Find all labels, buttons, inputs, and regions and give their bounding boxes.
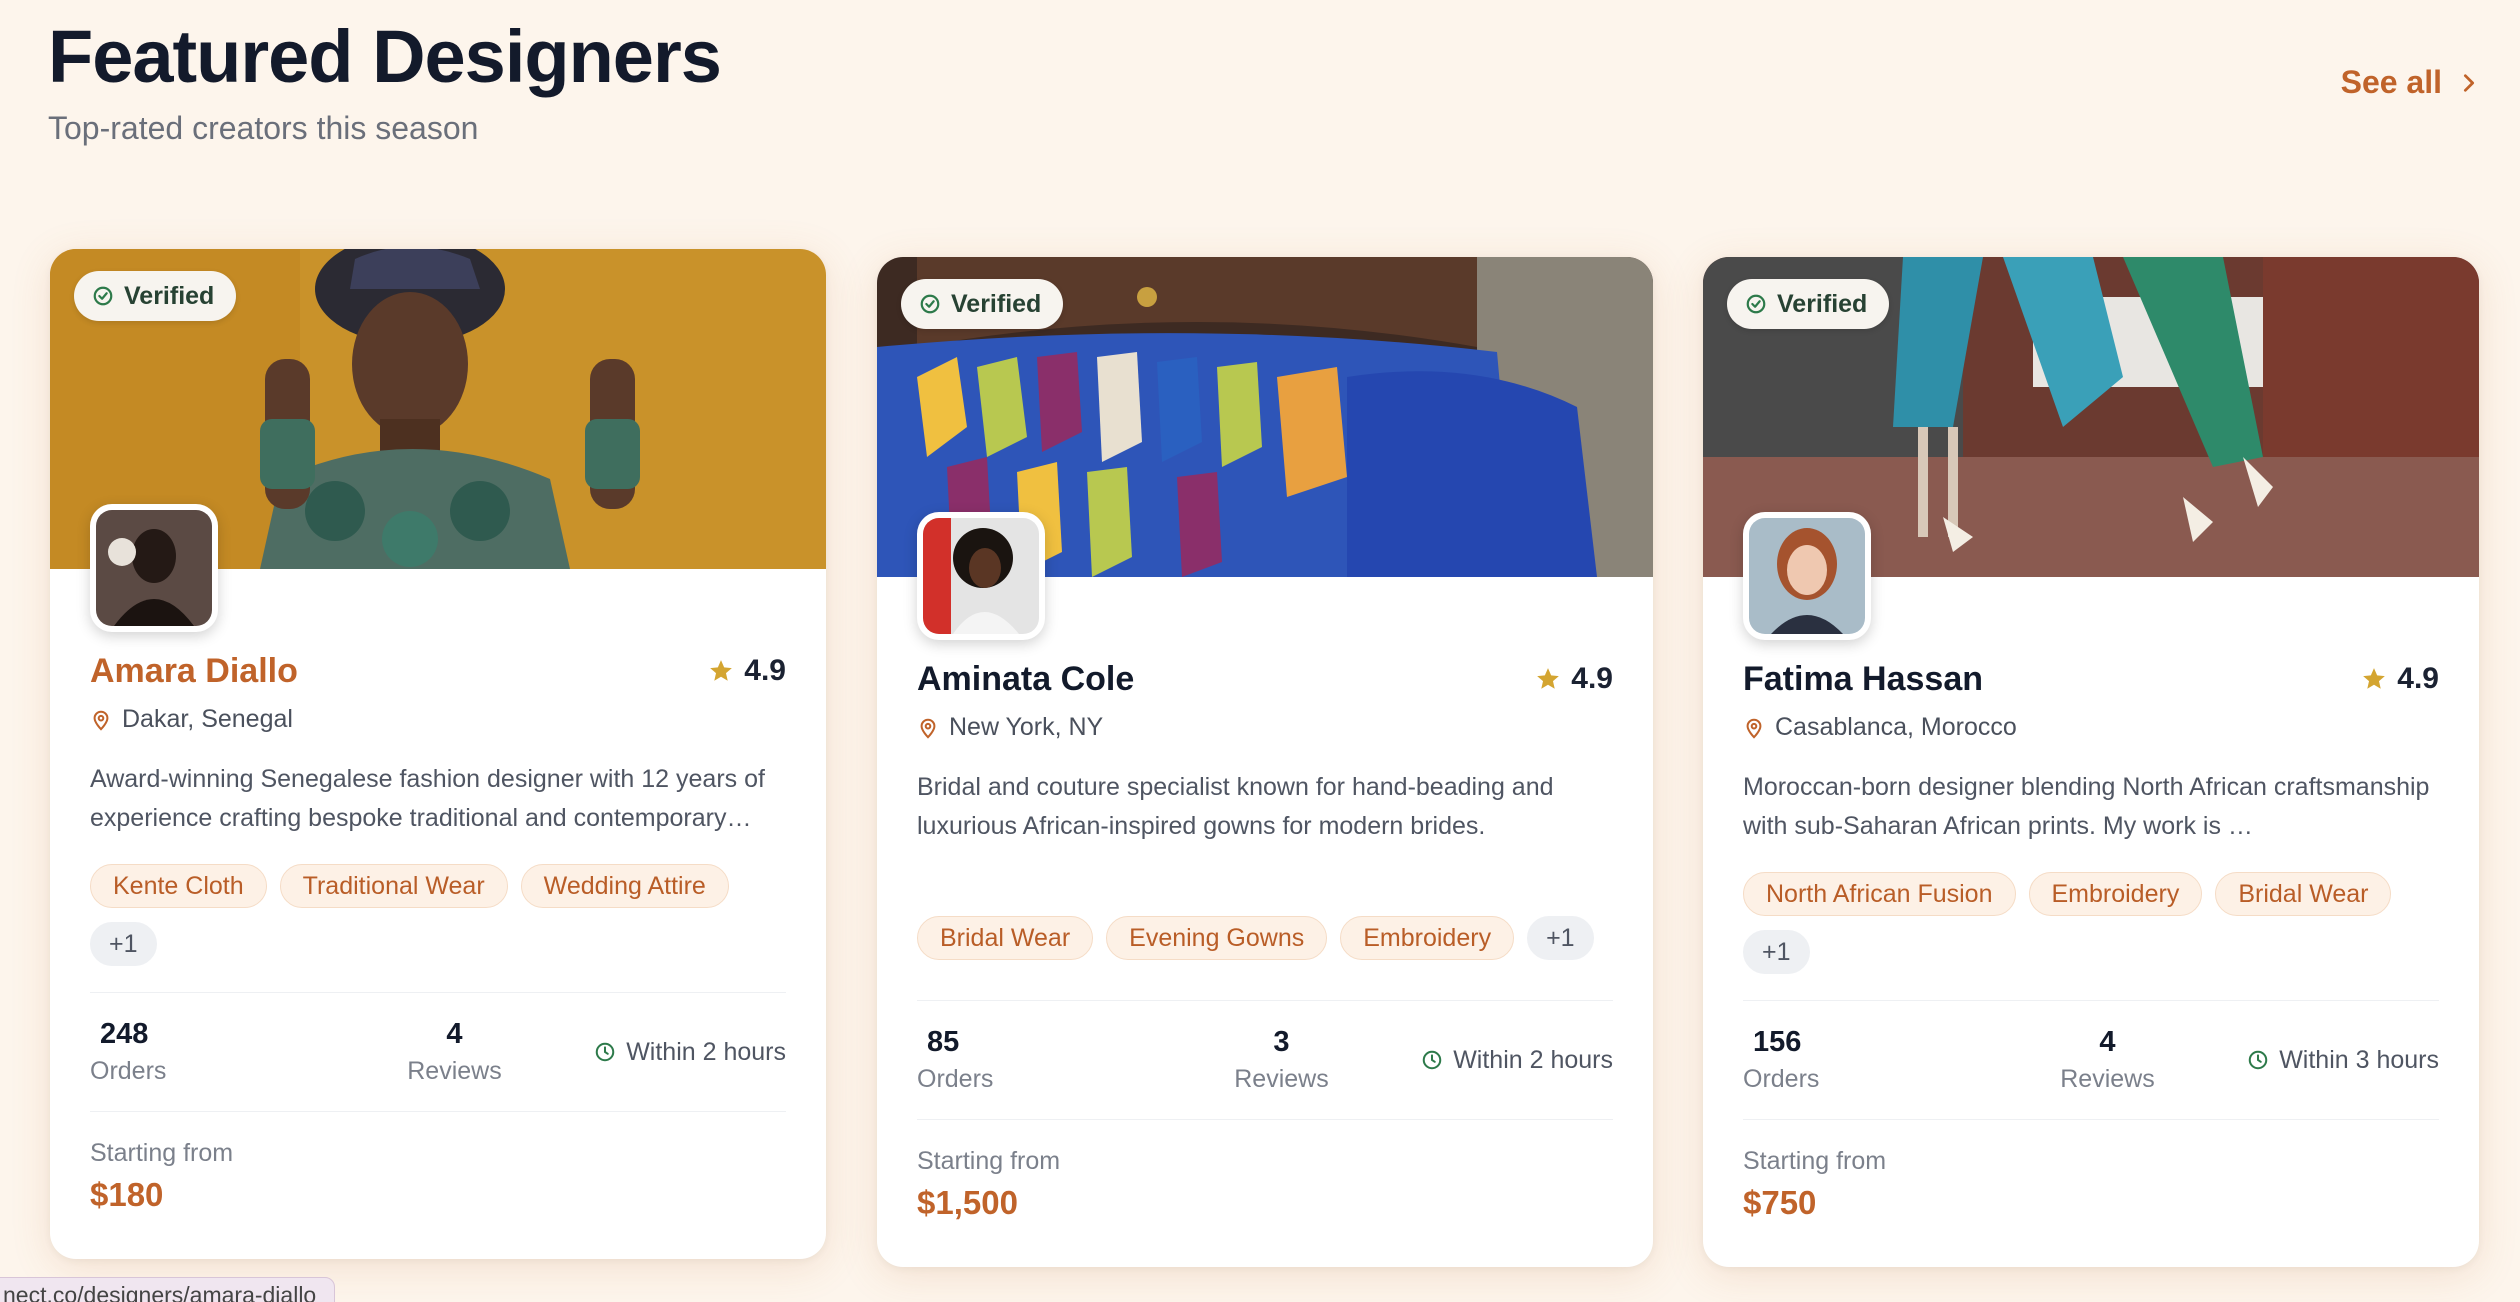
verified-badge: Verified: [901, 279, 1064, 329]
avatar[interactable]: [90, 504, 218, 632]
orders-label: Orders: [917, 1065, 994, 1093]
specialty-tag[interactable]: Embroidery: [1340, 916, 1515, 960]
rating-value: 4.9: [2397, 662, 2439, 695]
clock-icon: [595, 1042, 615, 1062]
price-label: Starting from: [90, 1139, 234, 1167]
map-pin-icon: [93, 710, 109, 731]
orders-stat: 156 Orders: [1743, 1026, 1986, 1094]
map-pin-icon: [1746, 718, 1762, 739]
avatar[interactable]: [1743, 512, 1871, 640]
reviews-label: Reviews: [2060, 1065, 2155, 1093]
location-text: Casablanca, Morocco: [1775, 713, 2017, 741]
specialty-tags: North African Fusion Embroidery Bridal W…: [1743, 872, 2439, 974]
specialty-tag[interactable]: Bridal Wear: [917, 916, 1094, 960]
rating: 4.9: [1535, 662, 1613, 696]
designer-card[interactable]: Verified Aminata Cole 4.9 New York, NY B…: [877, 257, 1653, 1267]
specialty-tag[interactable]: Wedding Attire: [520, 864, 729, 908]
location-text: Dakar, Senegal: [122, 705, 293, 733]
reviews-count: 4: [2099, 1026, 2116, 1058]
more-tags-badge[interactable]: +1: [1527, 916, 1594, 960]
orders-stat: 85 Orders: [917, 1026, 1160, 1094]
orders-stat: 248 Orders: [90, 1018, 333, 1086]
specialty-tag[interactable]: North African Fusion: [1743, 872, 2016, 916]
location: Casablanca, Morocco: [1743, 713, 2439, 742]
designer-bio: Award-winning Senegalese fashion designe…: [90, 765, 765, 832]
more-tags-badge[interactable]: +1: [90, 922, 157, 966]
price-value: $750: [1743, 1184, 1817, 1221]
more-tags-badge[interactable]: +1: [1743, 930, 1810, 974]
verified-badge: Verified: [74, 271, 237, 321]
location: New York, NY: [917, 713, 1613, 742]
rating-value: 4.9: [744, 654, 786, 687]
star-icon: [2363, 668, 2386, 689]
orders-count: 156: [1753, 1026, 1802, 1058]
reviews-label: Reviews: [1234, 1065, 1329, 1093]
orders-count: 85: [927, 1026, 960, 1058]
designer-name[interactable]: Aminata Cole: [917, 660, 1134, 699]
designer-name[interactable]: Amara Diallo: [90, 652, 298, 691]
price-value: $1,500: [917, 1184, 1018, 1221]
location-text: New York, NY: [949, 713, 1104, 741]
rating-value: 4.9: [1571, 662, 1613, 695]
stats-row: 156 Orders 4 Reviews Within 3 hours: [1743, 1000, 2439, 1120]
star-icon: [710, 660, 733, 681]
reviews-count: 3: [1273, 1026, 1290, 1058]
reviews-stat: 4 Reviews: [1986, 1026, 2229, 1094]
response-time-text: Within 2 hours: [626, 1037, 786, 1066]
specialty-tags: Kente Cloth Traditional Wear Wedding Att…: [90, 864, 786, 966]
designer-card[interactable]: Verified Fatima Hassan 4.9 Casablanca, M…: [1703, 257, 2479, 1267]
price-label: Starting from: [1743, 1147, 1887, 1175]
verified-badge: Verified: [1727, 279, 1890, 329]
price-value: $180: [90, 1176, 164, 1213]
map-pin-icon: [920, 718, 936, 739]
specialty-tag[interactable]: Kente Cloth: [90, 864, 267, 908]
price-block: Starting from $180: [90, 1139, 233, 1214]
check-circle-icon: [920, 294, 940, 314]
orders-count: 248: [100, 1018, 149, 1050]
orders-label: Orders: [1743, 1065, 1820, 1093]
response-time-text: Within 2 hours: [1453, 1045, 1613, 1074]
reviews-stat: 3 Reviews: [1160, 1026, 1403, 1094]
response-time-text: Within 3 hours: [2279, 1045, 2439, 1074]
price-label: Starting from: [917, 1147, 1061, 1175]
response-time: Within 2 hours: [1421, 1046, 1613, 1075]
rating: 4.9: [2361, 662, 2439, 696]
reviews-stat: 4 Reviews: [333, 1018, 576, 1086]
avatar[interactable]: [917, 512, 1045, 640]
designer-bio: Moroccan-born designer blending North Af…: [1743, 773, 2430, 840]
response-time: Within 3 hours: [2247, 1046, 2439, 1075]
check-circle-icon: [1746, 294, 1766, 314]
verified-label: Verified: [124, 281, 215, 310]
star-icon: [1537, 668, 1560, 689]
response-time: Within 2 hours: [594, 1038, 786, 1067]
price-block: Starting from $1,500: [917, 1147, 1060, 1222]
status-bar-url: nect.co/designers/amara-diallo: [0, 1277, 336, 1302]
designer-cards: Verified Amara Diallo 4.9 Dakar, Senegal…: [0, 0, 2520, 1302]
reviews-count: 4: [446, 1018, 463, 1050]
designer-bio: Bridal and couture specialist known for …: [917, 773, 1554, 840]
price-block: Starting from $750: [1743, 1147, 1886, 1222]
clock-icon: [1422, 1050, 1442, 1070]
check-circle-icon: [93, 286, 113, 306]
designer-name[interactable]: Fatima Hassan: [1743, 660, 1983, 699]
verified-label: Verified: [1777, 289, 1868, 318]
designer-card[interactable]: Verified Amara Diallo 4.9 Dakar, Senegal…: [50, 249, 826, 1259]
clock-icon: [2248, 1050, 2268, 1070]
specialty-tag[interactable]: Embroidery: [2028, 872, 2203, 916]
location: Dakar, Senegal: [90, 705, 786, 734]
specialty-tags: Bridal Wear Evening Gowns Embroidery +1: [917, 916, 1613, 960]
reviews-label: Reviews: [407, 1057, 502, 1085]
rating: 4.9: [708, 654, 786, 688]
verified-label: Verified: [951, 289, 1042, 318]
specialty-tag[interactable]: Traditional Wear: [279, 864, 508, 908]
orders-label: Orders: [90, 1057, 167, 1085]
specialty-tag[interactable]: Evening Gowns: [1106, 916, 1328, 960]
specialty-tag[interactable]: Bridal Wear: [2215, 872, 2392, 916]
stats-row: 248 Orders 4 Reviews Within 2 hours: [90, 992, 786, 1112]
stats-row: 85 Orders 3 Reviews Within 2 hours: [917, 1000, 1613, 1120]
